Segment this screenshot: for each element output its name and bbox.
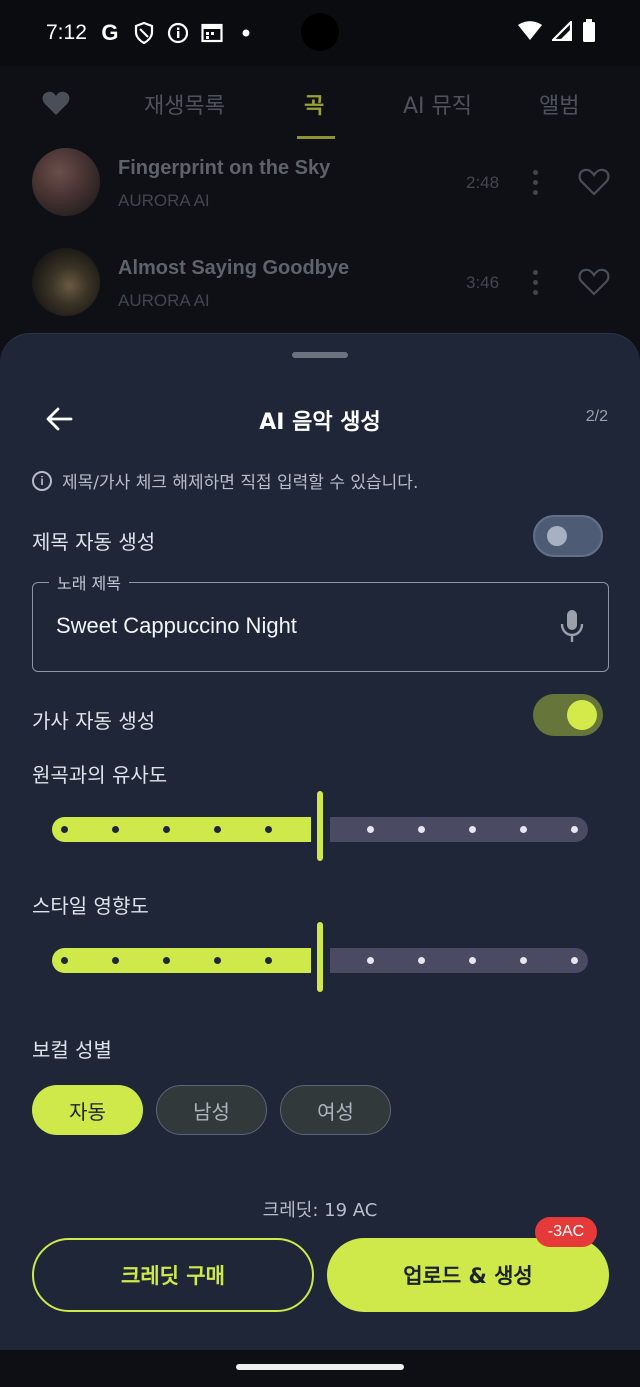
toggle-knob xyxy=(567,700,597,730)
song-title: Almost Saying Goodbye xyxy=(118,257,350,279)
dot-icon xyxy=(235,22,257,44)
slider-tick xyxy=(418,957,425,964)
slider-tick xyxy=(265,826,272,833)
vocal-chip-male[interactable]: 남성 xyxy=(156,1085,267,1135)
slider-tick xyxy=(571,826,578,833)
slider-tick xyxy=(61,826,68,833)
sheet-header: AI 음악 생성 2/2 xyxy=(0,392,640,444)
slider-thumb[interactable] xyxy=(317,791,323,861)
toggle-knob xyxy=(547,526,567,546)
slider-tick xyxy=(469,957,476,964)
slider-tick xyxy=(418,826,425,833)
song-duration: 3:46 xyxy=(466,273,500,292)
slider-tick xyxy=(571,957,578,964)
slider-tick xyxy=(265,957,272,964)
more-options-icon[interactable] xyxy=(533,170,541,200)
slider-tick xyxy=(61,957,68,964)
slider-track-active xyxy=(52,948,311,973)
song-title-field-label: 노래 제목 xyxy=(49,570,129,594)
vocal-gender-chips: 자동 남성 여성 xyxy=(32,1085,391,1135)
sheet-title: AI 음악 생성 xyxy=(259,410,381,435)
info-icon xyxy=(167,22,189,44)
song-title-field[interactable]: 노래 제목 Sweet Cappuccino Night xyxy=(32,570,609,672)
music-library: 재생목록 곡 AI 뮤직 앨범 Fingerprint on the Sky A… xyxy=(0,66,640,366)
info-text: 제목/가사 체크 해제하면 직접 입력할 수 있습니다. xyxy=(62,473,419,493)
info-hint: i 제목/가사 체크 해제하면 직접 입력할 수 있습니다. xyxy=(32,468,418,493)
active-tab-indicator xyxy=(297,136,335,139)
song-title-value[interactable]: Sweet Cappuccino Night xyxy=(56,613,297,639)
slider-tick xyxy=(112,957,119,964)
style-influence-label: 스타일 영향도 xyxy=(32,894,149,918)
heart-icon[interactable] xyxy=(578,268,610,300)
slider-tick xyxy=(469,826,476,833)
tab-albums[interactable]: 앨범 xyxy=(539,88,579,120)
drag-handle[interactable] xyxy=(292,352,348,358)
google-g-icon: G xyxy=(101,20,119,45)
signal-icon xyxy=(550,19,573,45)
auto-lyrics-label: 가사 자동 생성 xyxy=(32,709,156,733)
slider-track-active xyxy=(52,817,311,842)
slider-tick xyxy=(112,826,119,833)
battery-icon xyxy=(582,19,596,47)
calendar-icon xyxy=(201,22,223,44)
status-time: 7:12 xyxy=(46,21,87,44)
vocal-gender-label: 보컬 성별 xyxy=(32,1038,112,1062)
ai-music-bottom-sheet: AI 음악 생성 2/2 i 제목/가사 체크 해제하면 직접 입력할 수 있습… xyxy=(0,334,640,1350)
cost-badge: -3AC xyxy=(535,1217,597,1247)
shield-icon xyxy=(133,22,155,44)
vocal-chip-auto[interactable]: 자동 xyxy=(32,1085,143,1135)
microphone-icon[interactable] xyxy=(560,609,584,647)
slider-tick xyxy=(367,826,374,833)
step-indicator: 2/2 xyxy=(585,408,608,425)
song-duration: 2:48 xyxy=(466,173,500,192)
more-options-icon[interactable] xyxy=(533,270,541,300)
similarity-slider[interactable] xyxy=(52,791,588,861)
song-artist: AURORA AI xyxy=(118,191,210,210)
favorites-heart-icon[interactable] xyxy=(42,90,70,120)
wifi-icon xyxy=(518,21,542,45)
song-artist: AURORA AI xyxy=(118,291,210,310)
slider-tick xyxy=(214,826,221,833)
similarity-label: 원곡과의 유사도 xyxy=(32,763,168,787)
album-art xyxy=(32,248,100,316)
tab-songs[interactable]: 곡 xyxy=(304,88,324,120)
album-art xyxy=(32,148,100,216)
status-bar: 7:12 G xyxy=(0,0,640,66)
camera-cutout xyxy=(301,13,339,51)
info-circle-icon: i xyxy=(32,470,52,491)
slider-tick xyxy=(520,957,527,964)
style-influence-slider[interactable] xyxy=(52,922,588,992)
slider-tick xyxy=(214,957,221,964)
vocal-chip-female[interactable]: 여성 xyxy=(280,1085,391,1135)
auto-title-label: 제목 자동 생성 xyxy=(32,530,156,554)
heart-icon[interactable] xyxy=(578,168,610,200)
auto-lyrics-toggle[interactable] xyxy=(533,694,603,736)
slider-tick xyxy=(520,826,527,833)
tab-playlist[interactable]: 재생목록 xyxy=(144,88,225,120)
auto-title-toggle[interactable] xyxy=(533,515,603,557)
slider-tick xyxy=(367,957,374,964)
slider-thumb[interactable] xyxy=(317,922,323,992)
slider-tick xyxy=(163,957,170,964)
slider-tick xyxy=(163,826,170,833)
navigation-bar xyxy=(0,1350,640,1387)
upload-generate-button[interactable]: 업로드 & 생성 xyxy=(327,1238,609,1312)
song-row[interactable]: Almost Saying Goodbye AURORA AI 3:46 xyxy=(0,240,640,340)
buy-credits-button[interactable]: 크레딧 구매 xyxy=(32,1238,314,1312)
song-row[interactable]: Fingerprint on the Sky AURORA AI 2:48 xyxy=(0,140,640,240)
tab-ai-music[interactable]: AI 뮤직 xyxy=(403,88,472,120)
tab-bar: 재생목록 곡 AI 뮤직 앨범 xyxy=(0,66,640,140)
song-title: Fingerprint on the Sky xyxy=(118,157,331,179)
home-indicator[interactable] xyxy=(236,1364,404,1370)
